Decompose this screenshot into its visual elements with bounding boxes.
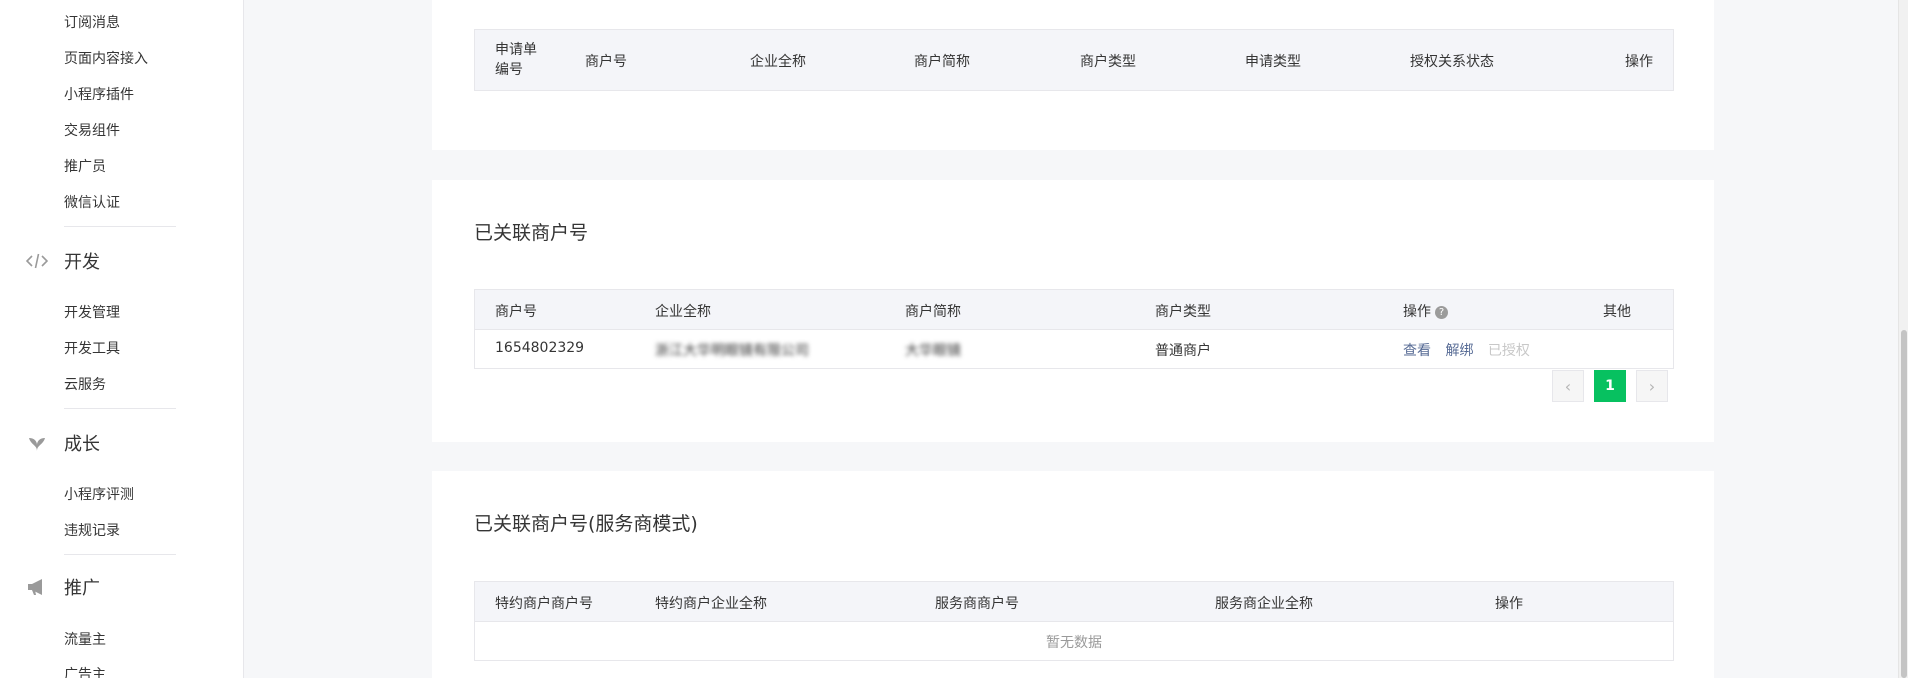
sidebar-item-evaluate[interactable]: 小程序评测	[64, 484, 134, 504]
sidebar-item-advertiser[interactable]: 广告主	[64, 664, 106, 678]
code-icon	[24, 248, 50, 274]
sidebar-group-title: 成长	[64, 434, 100, 455]
table-header: 特约商户商户号 特约商户企业全称 服务商商户号 服务商企业全称 操作	[475, 582, 1673, 622]
sidebar-item-violations[interactable]: 违规记录	[64, 520, 120, 540]
sidebar-item-publisher[interactable]: 流量主	[64, 629, 106, 649]
col-actions: 操作	[1625, 54, 1653, 70]
sidebar-group-title: 推广	[64, 578, 100, 599]
scrollbar[interactable]	[1898, 0, 1908, 678]
col-application-no: 申请单 编号	[495, 42, 537, 78]
col-actions: 操作?	[1403, 301, 1448, 321]
linked-merchants-panel: 已关联商户号 商户号 企业全称 商户简称 商户类型 操作? 其他 1654802…	[432, 180, 1714, 442]
sidebar-item-dev-manage[interactable]: 开发管理	[64, 302, 120, 322]
col-provider-company: 服务商企业全称	[1215, 596, 1313, 612]
service-merchants-panel: 已关联商户号(服务商模式) 特约商户商户号 特约商户企业全称 服务商商户号 服务…	[432, 471, 1714, 678]
pagination: ‹ 1 ›	[1552, 370, 1668, 402]
col-apply-type: 申请类型	[1245, 54, 1301, 70]
table-row: 1654802329 浙江大华明眼镜有限公司 大华眼镜 普通商户 查看 解绑 已…	[475, 330, 1673, 368]
table-header: 申请单 编号 商户号 企业全称 商户简称 商户类型 申请类型 授权关系状态 操作	[475, 30, 1673, 90]
col-sub-merchant-id: 特约商户商户号	[495, 596, 593, 612]
scrollbar-thumb[interactable]	[1901, 330, 1907, 678]
sidebar-divider	[64, 226, 176, 227]
col-merchant-type: 商户类型	[1080, 54, 1136, 70]
col-auth-status: 授权关系状态	[1410, 54, 1494, 70]
prev-page-button[interactable]: ‹	[1552, 370, 1584, 402]
authorized-label: 已授权	[1487, 343, 1530, 359]
sidebar-group-growth[interactable]: 成长	[24, 428, 100, 458]
short-name-cell: 大华眼镜	[905, 343, 961, 359]
page-1-button[interactable]: 1	[1594, 370, 1626, 402]
col-short-name: 商户简称	[914, 54, 970, 70]
sidebar: 订阅消息 页面内容接入 小程序插件 交易组件 推广员 微信认证 开发 开发管理 …	[0, 0, 244, 678]
applications-panel: 申请单 编号 商户号 企业全称 商户简称 商户类型 申请类型 授权关系状态 操作	[432, 0, 1714, 150]
merchant-id-cell: 1654802329	[495, 340, 585, 356]
sidebar-divider	[64, 554, 176, 555]
table-header: 商户号 企业全称 商户简称 商户类型 操作? 其他	[475, 290, 1673, 330]
service-merchants-table: 特约商户商户号 特约商户企业全称 服务商商户号 服务商企业全称 操作 暂无数据	[474, 581, 1674, 661]
linked-merchants-table: 商户号 企业全称 商户简称 商户类型 操作? 其他 1654802329 浙江大…	[474, 289, 1674, 369]
col-sub-merchant-company: 特约商户企业全称	[655, 596, 767, 612]
sidebar-item-trade-component[interactable]: 交易组件	[64, 120, 120, 140]
sidebar-item-cloud[interactable]: 云服务	[64, 374, 106, 394]
sidebar-group-promote[interactable]: 推广	[24, 572, 100, 602]
col-company: 企业全称	[655, 304, 711, 320]
view-link[interactable]: 查看	[1403, 343, 1431, 359]
col-merchant-id: 商户号	[585, 54, 627, 70]
col-company: 企业全称	[750, 54, 806, 70]
panel-title: 已关联商户号(服务商模式)	[474, 513, 698, 535]
col-merchant-type: 商户类型	[1155, 304, 1211, 320]
leaf-icon	[24, 430, 50, 456]
next-page-button[interactable]: ›	[1636, 370, 1668, 402]
sidebar-item-subscribe-msg[interactable]: 订阅消息	[64, 12, 120, 32]
applications-table: 申请单 编号 商户号 企业全称 商户简称 商户类型 申请类型 授权关系状态 操作	[474, 29, 1674, 91]
col-short-name: 商户简称	[905, 304, 961, 320]
empty-state: 暂无数据	[1046, 635, 1102, 651]
panel-title: 已关联商户号	[474, 222, 589, 244]
unbind-link[interactable]: 解绑	[1445, 343, 1473, 359]
col-provider-merchant-id: 服务商商户号	[935, 596, 1019, 612]
sidebar-item-plugins[interactable]: 小程序插件	[64, 84, 134, 104]
sidebar-item-dev-tools[interactable]: 开发工具	[64, 338, 120, 358]
col-actions: 操作	[1495, 596, 1523, 612]
sidebar-group-title: 开发	[64, 252, 100, 273]
sidebar-divider	[64, 408, 176, 409]
megaphone-icon	[24, 574, 50, 600]
merchant-type-cell: 普通商户	[1155, 343, 1211, 359]
sidebar-item-wechat-cert[interactable]: 微信认证	[64, 192, 120, 212]
col-merchant-id: 商户号	[495, 304, 537, 320]
col-other: 其他	[1603, 304, 1631, 320]
sidebar-item-promoter[interactable]: 推广员	[64, 156, 106, 176]
sidebar-group-dev[interactable]: 开发	[24, 246, 100, 276]
sidebar-item-page-content[interactable]: 页面内容接入	[64, 48, 148, 68]
company-cell: 浙江大华明眼镜有限公司	[655, 343, 809, 359]
help-icon[interactable]: ?	[1435, 306, 1448, 319]
actions-cell: 查看 解绑 已授权	[1403, 340, 1530, 360]
